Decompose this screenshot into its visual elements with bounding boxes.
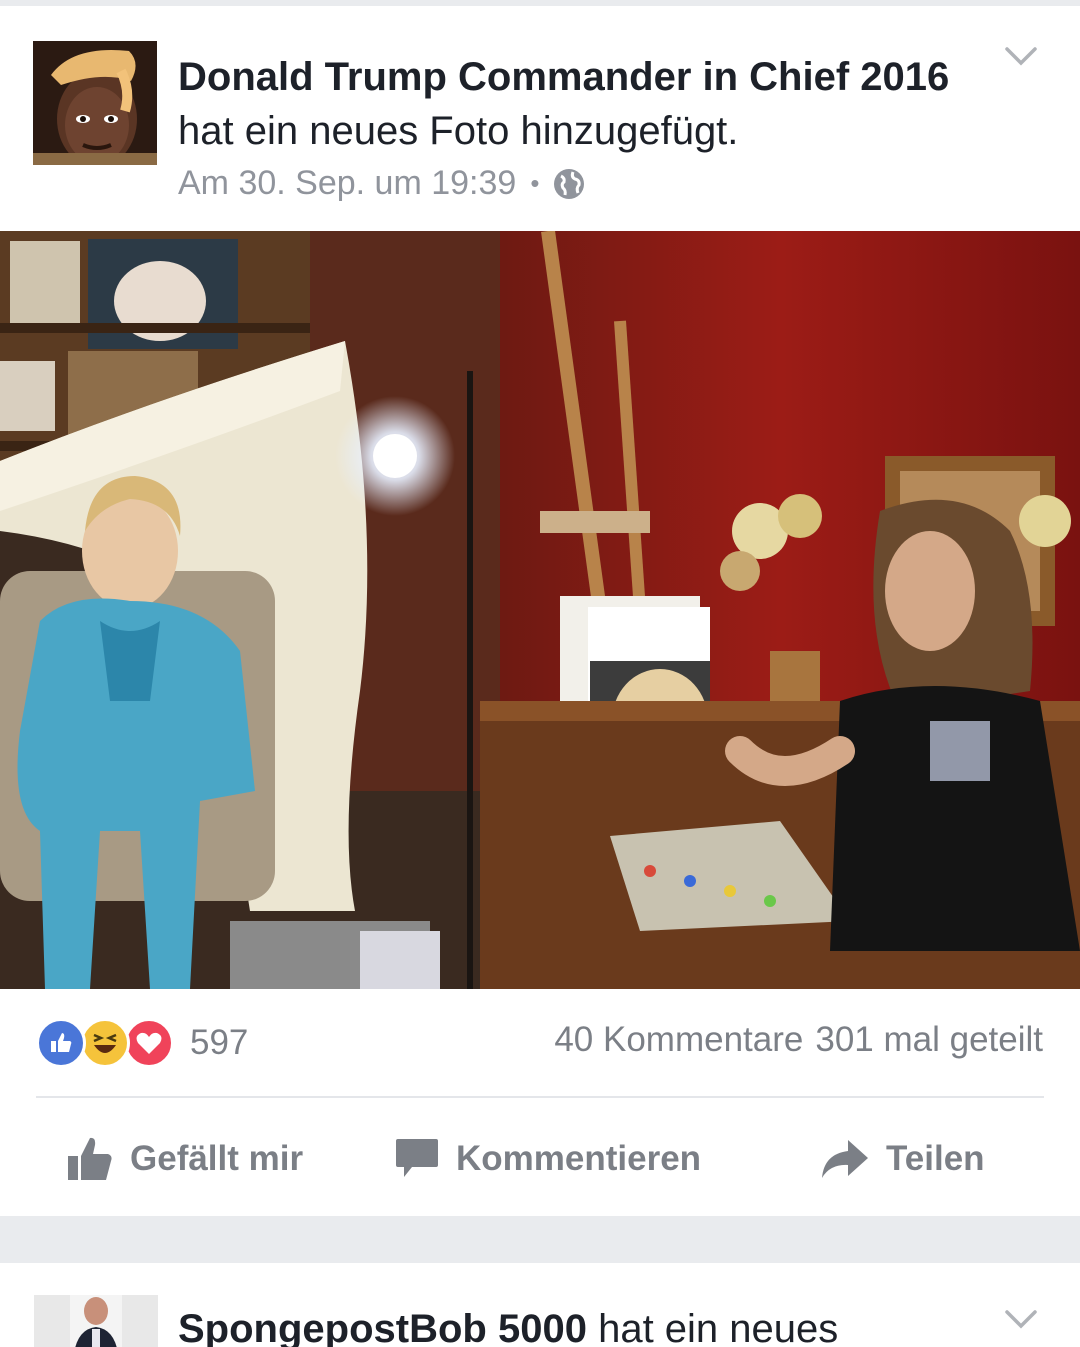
author-avatar[interactable]	[33, 41, 157, 165]
feed-post: SpongepostBob 5000 hat ein neues	[0, 1263, 1080, 1347]
share-arrow-icon	[822, 1140, 868, 1178]
share-count[interactable]: 301 mal geteilt	[815, 1020, 1043, 1060]
post-timestamp[interactable]: Am 30. Sep. um 19:39	[178, 164, 516, 203]
share-button[interactable]: Teilen	[820, 1124, 985, 1194]
haha-reaction-icon	[80, 1018, 130, 1068]
share-button-label: Teilen	[886, 1139, 985, 1178]
feed-post: Donald Trump Commander in Chief 2016 hat…	[0, 6, 1080, 1216]
author-name[interactable]: Donald Trump Commander in Chief 2016	[178, 55, 949, 99]
divider	[36, 1096, 1044, 1098]
comment-button-label: Kommentieren	[456, 1139, 702, 1178]
meta-separator: •	[530, 168, 540, 198]
globe-icon	[553, 168, 585, 200]
post-header: SpongepostBob 5000 hat ein neues	[178, 1307, 838, 1347]
comment-button[interactable]: Kommentieren	[394, 1124, 701, 1194]
thumbs-up-icon	[68, 1137, 112, 1180]
author-name[interactable]: SpongepostBob 5000	[178, 1307, 587, 1347]
post-meta: Am 30. Sep. um 19:39 •	[178, 164, 585, 203]
engagement-stats: 40 Kommentare 301 mal geteilt	[554, 1020, 1043, 1060]
love-reaction-icon	[124, 1018, 174, 1068]
like-reaction-icon	[36, 1018, 86, 1068]
post-photo[interactable]	[0, 231, 1080, 989]
chevron-down-icon[interactable]	[1004, 1309, 1038, 1331]
comment-bubble-icon	[396, 1139, 438, 1177]
reaction-count: 597	[190, 1023, 249, 1062]
chevron-down-icon[interactable]	[1004, 46, 1038, 68]
post-action-text: hat ein neues Foto hinzugefügt.	[178, 109, 739, 153]
like-button[interactable]: Gefällt mir	[66, 1124, 303, 1194]
reactions-summary[interactable]: 597	[36, 1018, 248, 1068]
author-avatar[interactable]	[34, 1295, 158, 1347]
post-action-text: hat ein neues	[598, 1307, 839, 1347]
post-action-bar: Gefällt mir Kommentieren Teilen	[0, 1124, 1080, 1194]
like-button-label: Gefällt mir	[130, 1139, 304, 1178]
comment-count[interactable]: 40 Kommentare	[554, 1020, 803, 1060]
post-header: Donald Trump Commander in Chief 2016 hat…	[178, 50, 958, 158]
